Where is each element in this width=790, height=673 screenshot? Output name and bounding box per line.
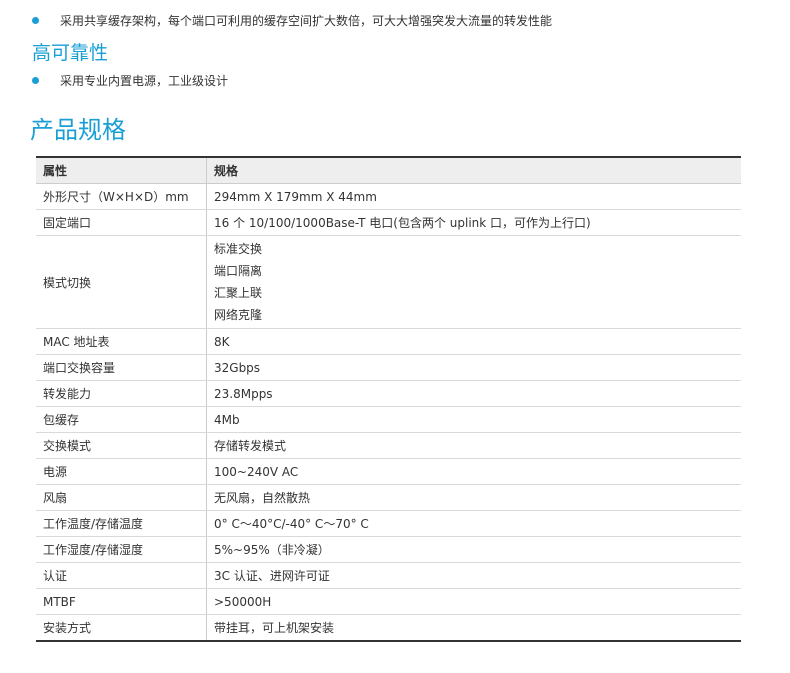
table-row: 电源 100~240V AC <box>36 458 741 485</box>
cell-attribute: 工作湿度/存储湿度 <box>36 536 207 563</box>
cell-attribute: 交换模式 <box>36 432 207 459</box>
bullet-dot-icon <box>32 17 39 24</box>
bullet-dot-icon <box>32 77 39 84</box>
cell-spec: 4Mb <box>206 406 741 433</box>
feature-text: 采用共享缓存架构，每个端口可利用的缓存空间扩大数倍，可大大增强突发大流量的转发性… <box>60 14 553 28</box>
feature-bullet-power: 采用专业内置电源，工业级设计 <box>32 72 228 89</box>
table-row: 转发能力 23.8Mpps <box>36 380 741 407</box>
table-row: 包缓存 4Mb <box>36 406 741 433</box>
cell-spec: 3C 认证、进网许可证 <box>206 562 741 589</box>
cell-attribute: 工作温度/存储温度 <box>36 510 207 537</box>
table-row: 端口交换容量 32Gbps <box>36 354 741 381</box>
table-row: MAC 地址表 8K <box>36 328 741 355</box>
cell-spec: 100~240V AC <box>206 458 741 485</box>
cell-attribute: 外形尺寸（W×H×D）mm <box>36 183 207 210</box>
cell-spec: 无风扇，自然散热 <box>206 484 741 511</box>
cell-spec: 32Gbps <box>206 354 741 381</box>
spec-value-line: 网络克隆 <box>214 308 263 322</box>
cell-attribute: 风扇 <box>36 484 207 511</box>
cell-attribute: 模式切换 <box>36 235 207 329</box>
cell-attribute: 端口交换容量 <box>36 354 207 381</box>
spec-table-body: 外形尺寸（W×H×D）mm 294mm X 179mm X 44mm 固定端口 16 … <box>36 183 741 642</box>
cell-attribute: MAC 地址表 <box>36 328 207 355</box>
spec-value-line: 标准交换 <box>214 242 263 256</box>
cell-spec: 294mm X 179mm X 44mm <box>206 183 741 210</box>
header-spec: 规格 <box>206 157 741 184</box>
table-row: 工作湿度/存储湿度 5%~95%（非冷凝） <box>36 536 741 563</box>
table-header-row: 属性 规格 <box>36 157 741 184</box>
table-row: 固定端口 16 个 10/100/1000Base-T 电口(包含两个 uplin… <box>36 209 741 236</box>
feature-text: 采用专业内置电源，工业级设计 <box>60 74 229 88</box>
cell-attribute: MTBF <box>36 588 207 615</box>
table-row: 交换模式 存储转发模式 <box>36 432 741 459</box>
cell-attribute: 转发能力 <box>36 380 207 407</box>
section-heading-spec: 产品规格 <box>30 116 126 144</box>
table-row: 模式切换 标准交换端口隔离汇聚上联网络克隆 <box>36 235 741 329</box>
cell-attribute: 安装方式 <box>36 614 207 642</box>
cell-spec: 16 个 10/100/1000Base-T 电口(包含两个 uplink 口，… <box>206 209 741 236</box>
table-row: 工作温度/存储温度 0° C～40°C/-40° C～70° C <box>36 510 741 537</box>
section-heading-reliability: 高可靠性 <box>32 42 109 64</box>
table-row: 风扇 无风扇，自然散热 <box>36 484 741 511</box>
cell-spec: 存储转发模式 <box>206 432 741 459</box>
spec-value-line: 端口隔离 <box>214 264 263 278</box>
cell-attribute: 电源 <box>36 458 207 485</box>
cell-spec: 8K <box>206 328 741 355</box>
spec-value-line: 汇聚上联 <box>214 286 263 300</box>
cell-spec: 0° C～40°C/-40° C～70° C <box>206 510 741 537</box>
cell-spec: 5%~95%（非冷凝） <box>206 536 741 563</box>
cell-spec: 标准交换端口隔离汇聚上联网络克隆 <box>206 235 741 329</box>
cell-attribute: 认证 <box>36 562 207 589</box>
cell-spec: 带挂耳，可上机架安装 <box>206 614 741 642</box>
feature-bullet-cache: 采用共享缓存架构，每个端口可利用的缓存空间扩大数倍，可大大增强突发大流量的转发性… <box>32 12 552 29</box>
spec-table: 属性 规格 外形尺寸（W×H×D）mm 294mm X 179mm X 44mm 固… <box>36 156 741 642</box>
cell-spec: 23.8Mpps <box>206 380 741 407</box>
cell-attribute: 包缓存 <box>36 406 207 433</box>
header-attribute: 属性 <box>36 157 207 184</box>
table-row: 认证 3C 认证、进网许可证 <box>36 562 741 589</box>
cell-attribute: 固定端口 <box>36 209 207 236</box>
table-row: 安装方式 带挂耳，可上机架安装 <box>36 614 741 642</box>
table-row: 外形尺寸（W×H×D）mm 294mm X 179mm X 44mm <box>36 183 741 210</box>
table-row: MTBF >50000H <box>36 588 741 615</box>
cell-spec: >50000H <box>206 588 741 615</box>
